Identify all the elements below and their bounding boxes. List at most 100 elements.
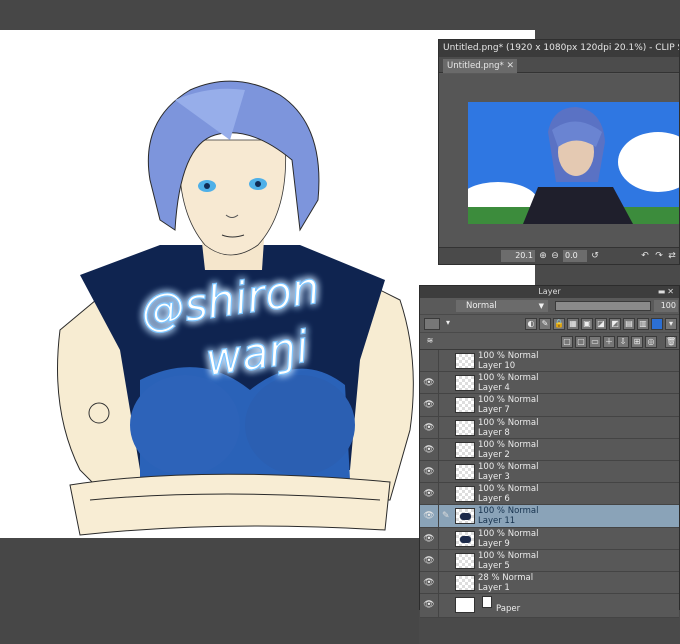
draft-icon[interactable]: ▤ [623,318,635,330]
layer-thumbnail [455,597,475,614]
layer-thumbnail [455,508,475,525]
paper-layer-row[interactable]: 👁 Paper [420,594,679,619]
layer-thumbnail [455,552,475,569]
navigator-tab-label: Untitled.png* [447,61,504,71]
navigator-tabbar: Untitled.png* ✕ [439,57,679,73]
layer-row[interactable]: 👁 100 % Normal Layer 8 [420,416,679,439]
layer-name: Layer 11 [478,516,516,527]
chevron-down-icon[interactable]: ▾ [442,318,454,330]
rotate-left-icon[interactable]: ↺ [589,250,601,262]
layer-panel[interactable]: Layer ▬✕ Normal ▼ 100 ▾ ◐ ✎ 🔒 ▦ ▣ ◪ ◩ ▤ … [419,285,680,619]
layer-row[interactable]: 👁 100 % Normal Layer 4 [420,372,679,395]
opacity-slider[interactable] [555,301,651,311]
rotation-field[interactable]: 0.0 [563,250,587,262]
layer-row[interactable]: 👁 100 % Normal Layer 3 [420,460,679,484]
clip-icon[interactable]: ◐ [525,318,537,330]
new-vector-layer-icon[interactable]: ▢ [575,336,587,348]
eye-icon[interactable] [422,355,436,367]
zoom-out-icon[interactable]: ⊖ [549,250,561,262]
new-folder-icon[interactable]: ▭ [589,336,601,348]
layer-property-icon[interactable]: ◪ [595,318,607,330]
rotate-ccw-icon[interactable]: ↶ [639,250,651,262]
layer-row-selected[interactable]: 👁 ✎ 100 % Normal Layer 11 [420,505,679,528]
eye-icon[interactable]: 👁 [422,466,436,478]
panel-menu-icon[interactable]: ▾ [665,318,677,330]
layer-mode: 100 % Normal [478,461,539,472]
layer-thumbnail [455,419,475,436]
layer-list[interactable]: 100 % Normal Layer 10 👁 100 % Normal Layer… [420,350,679,619]
layer-name: Layer 2 [478,449,510,460]
layer-color-icon[interactable] [424,318,440,330]
zoom-in-icon[interactable]: ⊕ [537,250,549,262]
blend-mode-select[interactable]: Normal ▼ [456,300,548,312]
layer-row[interactable]: 👁 100 % Normal Layer 2 [420,438,679,461]
layer-toolbar-2: ≋ ▢ ▢ ▭ ＋ ⇩ ⊞ ◎ 🗑 [420,332,679,350]
new-layer-icon[interactable]: ＋ [603,336,615,348]
mask-add-icon[interactable]: ◎ [645,336,657,348]
layer-row[interactable]: 👁 100 % Normal Layer 5 [420,549,679,572]
layer-mode: 100 % Normal [478,506,539,517]
blend-mode-value: Normal [466,301,497,311]
eye-icon[interactable]: 👁 [422,488,436,500]
blend-row: Normal ▼ 100 [420,298,679,314]
layer-thumbnail [455,574,475,591]
layer-name: Layer 4 [478,383,510,394]
navigator-viewport[interactable] [439,74,679,248]
layer-name: Layer 1 [478,582,510,593]
layer-thumbnail [455,441,475,458]
reference-icon[interactable]: ✎ [539,318,551,330]
layer-mode: 100 % Normal [478,373,539,384]
chevron-down-icon: ▼ [538,302,544,310]
layer-row[interactable]: 👁 100 % Normal Layer 6 [420,483,679,506]
eye-icon[interactable]: 👁 [422,510,436,522]
tone-icon[interactable]: ▥ [637,318,649,330]
layer-row[interactable]: 👁 100 % Normal Layer 9 [420,527,679,550]
layer-mode: 100 % Normal [478,439,539,450]
close-icon[interactable]: ✕ [506,59,514,73]
layer-color-blue-icon[interactable] [651,318,663,330]
eye-icon[interactable]: 👁 [422,444,436,456]
trash-icon[interactable]: 🗑 [665,336,677,348]
layer-row[interactable]: 100 % Normal Layer 10 [420,350,679,373]
layer-name: Layer 5 [478,560,510,571]
navigator-title: Untitled.png* (1920 x 1080px 120dpi 20.1… [439,40,679,57]
layer-mode: 28 % Normal [478,572,534,583]
layer-mode: 100 % Normal [478,395,539,406]
navigator-tab[interactable]: Untitled.png* ✕ [443,59,517,73]
layer-thumbnail [455,397,475,414]
combine-icon[interactable]: ⊞ [631,336,643,348]
layer-panel-titlebar: Layer ▬✕ [420,286,679,298]
layer-row[interactable]: 👁 28 % Normal Layer 1 [420,571,679,595]
eye-icon[interactable]: 👁 [422,599,436,611]
new-raster-layer-icon[interactable]: ▢ [561,336,573,348]
eye-icon[interactable]: 👁 [422,555,436,567]
layer-mode: 100 % Normal [478,351,539,361]
eye-icon[interactable]: 👁 [422,422,436,434]
flip-icon[interactable]: ⇄ [666,250,678,262]
mask-icon[interactable]: ▣ [581,318,593,330]
layer-toolbar-1: ▾ ◐ ✎ 🔒 ▦ ▣ ◪ ◩ ▤ ▥ ▾ [420,314,679,332]
navigator-window[interactable]: Untitled.png* (1920 x 1080px 120dpi 20.1… [438,39,680,265]
eye-icon[interactable]: 👁 [422,533,436,545]
transfer-down-icon[interactable]: ⇩ [617,336,629,348]
pen-icon: ✎ [442,511,450,522]
lock-transparency-icon[interactable]: ▦ [567,318,579,330]
panel-window-buttons[interactable]: ▬✕ [658,286,676,298]
layer-row[interactable]: 👁 100 % Normal Layer 7 [420,394,679,417]
eye-icon[interactable]: 👁 [422,399,436,411]
eye-icon[interactable]: 👁 [422,377,436,389]
layer-mode: 100 % Normal [478,417,539,428]
eye-icon[interactable]: 👁 [422,577,436,589]
layer-thumbnail [455,353,475,369]
paper-label: Paper [496,604,521,615]
layer-thumbnail [455,375,475,392]
paper-icon [482,596,492,609]
zoom-field[interactable]: 20.1 [501,250,535,262]
opacity-value[interactable]: 100 [654,300,678,312]
lock-icon[interactable]: 🔒 [553,318,565,330]
layer-name: Layer 7 [478,405,510,416]
layer-thumbnail [455,463,475,480]
rotate-cw-icon[interactable]: ↷ [653,250,665,262]
layer-stack-icon[interactable]: ≋ [424,336,436,348]
color-swap-icon[interactable]: ◩ [609,318,621,330]
